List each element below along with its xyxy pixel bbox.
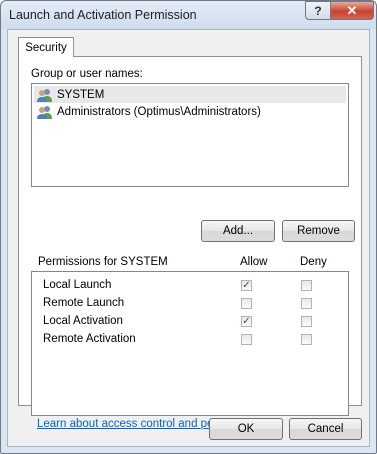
permission-row: Remote Launch bbox=[32, 295, 348, 313]
remove-button[interactable]: Remove bbox=[282, 220, 355, 242]
permissions-header: Permissions for SYSTEM bbox=[38, 256, 168, 268]
allow-checkbox[interactable]: ✓ bbox=[241, 280, 252, 291]
user-list[interactable]: SYSTEM Administrators (Optimus\Administr… bbox=[31, 83, 349, 187]
window-title: Launch and Activation Permission bbox=[9, 8, 197, 22]
users-group-icon bbox=[37, 88, 53, 102]
user-name: Administrators (Optimus\Administrators) bbox=[57, 105, 261, 118]
remove-button-label: Remove bbox=[297, 225, 340, 237]
permission-name: Remote Launch bbox=[43, 297, 125, 309]
cancel-button-label: Cancel bbox=[307, 423, 344, 435]
deny-checkbox[interactable] bbox=[301, 298, 312, 309]
deny-checkbox[interactable] bbox=[301, 334, 312, 345]
permission-row: Local Launch ✓ bbox=[32, 277, 348, 295]
permission-name: Local Launch bbox=[43, 279, 112, 291]
permission-row: Remote Activation bbox=[32, 331, 348, 349]
allow-checkbox[interactable] bbox=[241, 298, 252, 309]
tab-security-label: Security bbox=[25, 41, 67, 54]
group-label: Group or user names: bbox=[31, 68, 143, 80]
cancel-button[interactable]: Cancel bbox=[289, 418, 362, 440]
dialog-window: Launch and Activation Permission ? ✕ Sec… bbox=[0, 0, 377, 454]
add-button-label: Add... bbox=[222, 225, 254, 237]
allow-column-header: Allow bbox=[240, 256, 268, 268]
allow-checkbox[interactable] bbox=[241, 334, 252, 345]
permission-row: Local Activation ✓ bbox=[32, 313, 348, 331]
user-name: SYSTEM bbox=[57, 88, 105, 101]
deny-checkbox[interactable] bbox=[301, 280, 312, 291]
users-group-icon bbox=[37, 105, 53, 119]
title-bar[interactable]: Launch and Activation Permission ? ✕ bbox=[1, 1, 376, 29]
deny-checkbox[interactable] bbox=[301, 316, 312, 327]
tab-security[interactable]: Security bbox=[18, 37, 74, 57]
close-icon: ✕ bbox=[346, 2, 358, 18]
permission-name: Local Activation bbox=[43, 315, 123, 327]
list-item[interactable]: SYSTEM bbox=[34, 86, 346, 103]
permission-name: Remote Activation bbox=[43, 333, 136, 345]
help-icon: ? bbox=[314, 3, 322, 18]
add-button[interactable]: Add... bbox=[201, 220, 275, 242]
deny-column-header: Deny bbox=[300, 256, 327, 268]
list-item[interactable]: Administrators (Optimus\Administrators) bbox=[34, 103, 346, 120]
help-button[interactable]: ? bbox=[305, 1, 331, 20]
security-panel: Group or user names: SYSTEM Administrato… bbox=[18, 56, 362, 430]
ok-button-label: OK bbox=[237, 423, 255, 435]
ok-button[interactable]: OK bbox=[209, 418, 283, 440]
dialog-client: Security Group or user names: SYSTEM Adm… bbox=[7, 29, 370, 447]
close-button[interactable]: ✕ bbox=[330, 1, 374, 20]
permissions-list: Local Launch ✓ Remote Launch Local Activ… bbox=[31, 271, 349, 416]
allow-checkbox[interactable]: ✓ bbox=[241, 316, 252, 327]
